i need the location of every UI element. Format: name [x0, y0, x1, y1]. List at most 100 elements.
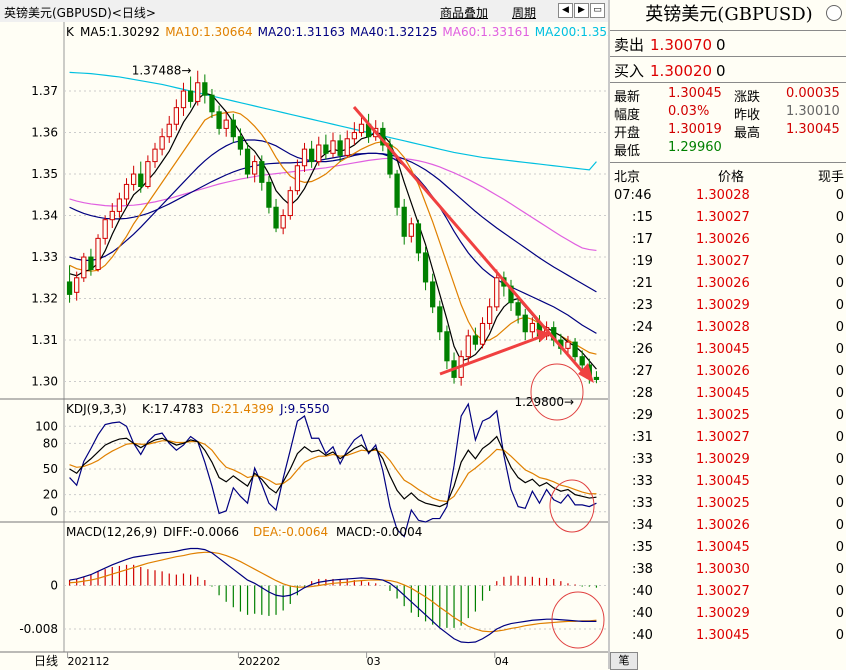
- window-toggle-icon[interactable]: ▭: [590, 3, 605, 18]
- stat-label: 最低: [614, 144, 641, 159]
- tick-time: :17: [632, 232, 653, 247]
- tick-volume: 0: [835, 606, 844, 621]
- tick-price: 1.30045: [696, 342, 750, 357]
- tick-row: :33 1.30025 0: [610, 496, 846, 518]
- tick-price: 1.30027: [696, 254, 750, 269]
- tick-row: :23 1.30029 0: [610, 298, 846, 320]
- candle-body: [202, 82, 208, 96]
- tick-header-volume: 现手: [817, 170, 844, 185]
- tick-volume: 0: [835, 474, 844, 489]
- macd-legend-item: DIFF:-0.0066: [163, 525, 239, 539]
- candle-body: [252, 161, 258, 175]
- tick-price: 1.30029: [696, 452, 750, 467]
- tick-row: :21 1.30026 0: [610, 276, 846, 298]
- tick-time: :26: [632, 342, 653, 357]
- tick-price: 1.30045: [696, 540, 750, 555]
- quote-panel: 英镑美元(GBPUSD) 卖出 1.30070 0 买入 1.30020 0 最新 1.3…: [608, 0, 846, 669]
- tick-time: :15: [632, 210, 653, 225]
- tick-row: :33 1.30029 0: [610, 452, 846, 474]
- candle-body: [479, 322, 486, 345]
- tick-time: :35: [632, 540, 653, 555]
- tick-price: 1.30026: [696, 276, 750, 291]
- tick-volume: 0: [835, 540, 844, 555]
- candle-body: [593, 376, 600, 380]
- next-icon[interactable]: ▶: [574, 3, 589, 18]
- ma-legend-item: MA60:1.33161: [442, 25, 530, 39]
- sell-price: 1.30070: [650, 36, 713, 54]
- candle-body: [515, 302, 521, 316]
- price-tick-label: 1.35: [31, 167, 58, 181]
- tick-row: :26 1.30045 0: [610, 342, 846, 364]
- macd-tick-label: 0: [50, 578, 58, 592]
- tick-price: 1.30027: [696, 430, 750, 445]
- candle-body: [465, 335, 471, 358]
- instrument-name: 英镑美元(GBPUSD): [645, 4, 813, 25]
- kdj-legend-item: K:17.4783: [142, 402, 204, 416]
- chart-canvas: 1.37 1.36 1.35 1.34 1.33 1.32 1.31 1.30 K MA5:1.3…: [0, 22, 608, 669]
- candle-body: [330, 140, 336, 154]
- macd-tick-label: -0.008: [19, 622, 58, 636]
- candle-body: [209, 94, 215, 113]
- tick-price: 1.30029: [696, 606, 750, 621]
- tick-price: 1.30027: [696, 584, 750, 599]
- kdj-tick-label: 80: [43, 436, 58, 450]
- tick-volume: 0: [835, 276, 844, 291]
- price-tick-label: 1.30: [31, 375, 58, 389]
- kdj-tick-label: 20: [43, 488, 58, 502]
- stat-value: 1.30045: [786, 122, 840, 137]
- x-tick-label: 202112: [68, 655, 110, 668]
- tab-ticks[interactable]: 笔: [610, 652, 638, 670]
- tick-row: :33 1.30045 0: [610, 474, 846, 496]
- settings-icon[interactable]: [826, 5, 842, 21]
- tick-row: :40 1.30045 0: [610, 628, 846, 650]
- tick-volume: 0: [835, 584, 844, 599]
- candle-body: [494, 277, 500, 308]
- candle-body: [422, 252, 429, 283]
- candle-body: [444, 331, 450, 362]
- chart-title: 英镑美元(GBPUSD)<日线>: [4, 6, 156, 20]
- candle-body: [66, 281, 73, 295]
- tick-volume: 0: [835, 628, 844, 643]
- tick-row: :27 1.30026 0: [610, 364, 846, 386]
- stat-value: 1.30010: [786, 104, 840, 119]
- candle-body: [138, 173, 144, 188]
- x-tick-label: 04: [495, 655, 509, 668]
- k-label: K: [66, 25, 75, 39]
- tick-price: 1.30045: [696, 386, 750, 401]
- candle-body: [88, 256, 94, 271]
- tick-time: :40: [632, 584, 653, 599]
- candle-body: [487, 306, 493, 324]
- prev-icon[interactable]: ◀: [558, 3, 573, 18]
- candle-body: [344, 138, 350, 156]
- kdj-legend-item: J:9.5550: [279, 402, 330, 416]
- candle-body: [131, 173, 137, 185]
- sell-volume: 0: [716, 36, 726, 54]
- tick-price: 1.30025: [696, 408, 750, 423]
- tick-time: :33: [632, 496, 653, 511]
- buy-price: 1.30020: [650, 62, 713, 80]
- candle-body: [415, 223, 422, 254]
- candle-body: [301, 148, 308, 167]
- tick-volume: 0: [835, 496, 844, 511]
- stat-value: 1.30019: [668, 122, 722, 137]
- tick-price: 1.30029: [696, 298, 750, 313]
- tick-time: :40: [632, 606, 653, 621]
- kdj-legend-item: KDJ(9,3,3): [66, 402, 127, 416]
- macd-legend-item: MACD:-0.0004: [336, 525, 422, 539]
- candle-body: [237, 136, 244, 150]
- overlay-button[interactable]: 商品叠加: [440, 4, 488, 21]
- tick-row: :15 1.30027 0: [610, 210, 846, 232]
- tick-volume: 0: [835, 210, 844, 225]
- stat-label: 涨跌: [734, 90, 761, 105]
- tick-volume: 0: [835, 430, 844, 445]
- x-axis-label: 日线: [34, 654, 58, 668]
- tick-volume: 0: [835, 342, 844, 357]
- period-button[interactable]: 周期: [512, 4, 536, 21]
- tick-price: 1.30026: [696, 364, 750, 379]
- chart-toolbar: 英镑美元(GBPUSD)<日线> 商品叠加 周期 ◀ ▶ ▭: [0, 0, 608, 23]
- candle-body: [522, 314, 528, 333]
- tick-time: :29: [632, 408, 653, 423]
- stat-label: 最高: [734, 126, 761, 141]
- sell-row: 卖出 1.30070 0: [614, 34, 726, 55]
- stat-label: 幅度: [614, 108, 641, 123]
